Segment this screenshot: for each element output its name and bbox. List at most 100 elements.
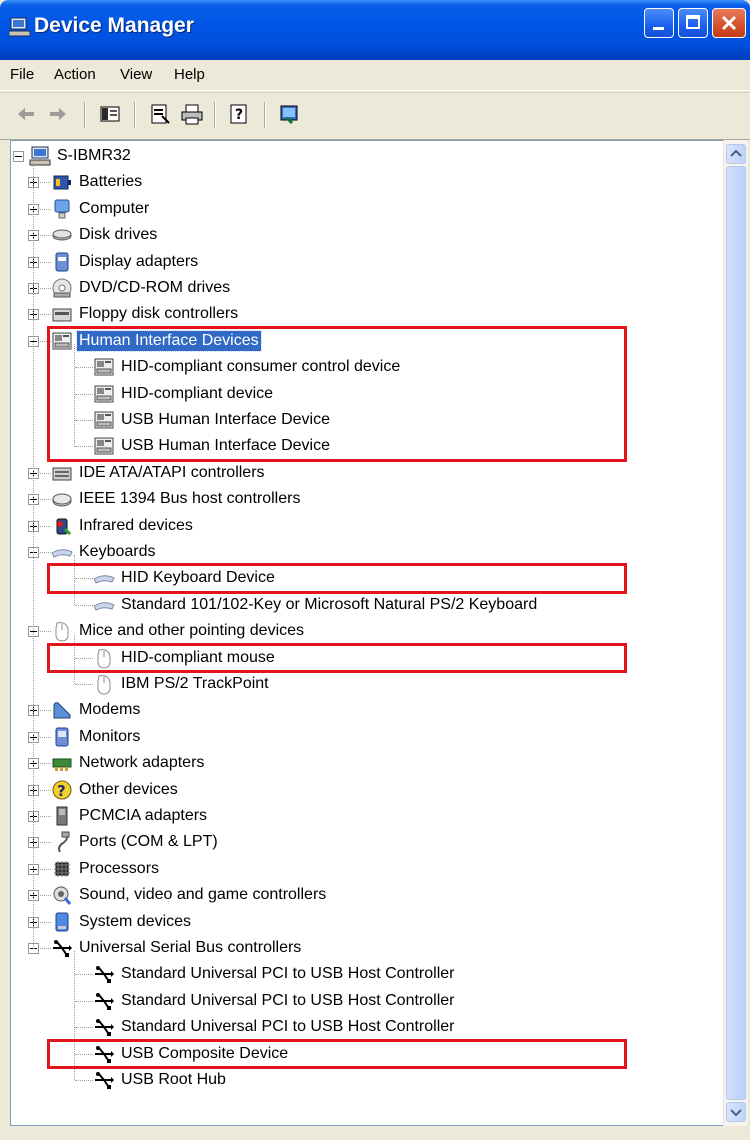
chevron-up-icon (730, 149, 742, 157)
tree-category[interactable]: Infrared devices (51, 513, 195, 539)
highlight-box-hid (47, 325, 627, 462)
tree-category[interactable]: IEEE 1394 Bus host controllers (51, 486, 302, 512)
menu-view[interactable]: View (120, 66, 152, 83)
menu-help[interactable]: Help (174, 66, 205, 83)
tree-category[interactable]: Disk drives (51, 222, 159, 248)
highlight-box-usb-composite (47, 1038, 627, 1069)
battery-icon (53, 175, 71, 190)
tree-item-label: Other devices (79, 780, 178, 798)
minimize-button[interactable] (644, 8, 674, 38)
tree-item-label: Standard Universal PCI to USB Host Contr… (121, 965, 455, 983)
tree-category[interactable]: Display adapters (51, 249, 200, 275)
back-icon[interactable] (14, 102, 38, 126)
toolbar-separator (134, 102, 136, 128)
modem-icon (53, 702, 71, 719)
tree-category[interactable]: Monitors (51, 724, 142, 750)
tree-root-computer[interactable]: S-IBMR32 (29, 143, 133, 169)
tree-item-label: IDE ATA/ATAPI controllers (79, 463, 265, 481)
network-adapter-icon (52, 758, 72, 772)
scroll-down-button[interactable] (726, 1102, 746, 1122)
tree-category[interactable]: Modems (51, 697, 142, 723)
floppy-controller-icon (52, 308, 72, 322)
tree-item-label: Infrared devices (79, 516, 193, 534)
toolbar: ? (0, 92, 750, 140)
tree-item-label: Processors (79, 859, 160, 877)
tree-horizontal-line (75, 1080, 93, 1081)
tree-item-label: Standard 101/102-Key or Microsoft Natura… (121, 595, 538, 613)
tree-item-label: Standard Universal PCI to USB Host Contr… (121, 1018, 455, 1036)
tree-horizontal-line (75, 1000, 93, 1002)
tree-category[interactable]: Ports (COM & LPT) (51, 829, 220, 855)
tree-item-label: Universal Serial Bus controllers (79, 939, 302, 956)
usb-icon (95, 992, 114, 1010)
help-icon[interactable]: ? (228, 102, 252, 126)
ide-controller-icon (52, 467, 72, 481)
tree-category[interactable]: Sound, video and game controllers (51, 882, 328, 908)
tree-category[interactable]: Processors (51, 856, 161, 882)
maximize-button[interactable] (678, 8, 708, 38)
properties-icon[interactable] (148, 102, 172, 126)
highlight-box-mouse (47, 642, 627, 673)
tree-vertical-line (33, 163, 34, 949)
scroll-up-button[interactable] (726, 144, 746, 164)
monitor-icon (55, 727, 69, 747)
vertical-scrollbar[interactable] (723, 140, 748, 1126)
tree-item-label: System devices (79, 912, 192, 930)
title-bar[interactable]: Device Manager (0, 0, 750, 60)
tree-horizontal-line (75, 1027, 93, 1029)
scan-hardware-icon[interactable] (278, 102, 302, 126)
close-button[interactable] (712, 8, 746, 38)
system-device-icon (55, 912, 69, 932)
collapse-toggle[interactable] (13, 151, 24, 162)
tree-category[interactable]: IDE ATA/ATAPI controllers (51, 460, 267, 486)
toolbar-separator (84, 102, 86, 128)
tree-device-item[interactable]: USB Root Hub (93, 1067, 228, 1093)
usb-icon (95, 1019, 114, 1037)
tree-horizontal-line (75, 684, 93, 685)
keyboard-icon (93, 602, 115, 611)
tree-item-label: IEEE 1394 Bus host controllers (79, 490, 301, 508)
tree-device-item[interactable]: IBM PS/2 TrackPoint (93, 671, 271, 697)
tree-category[interactable]: System devices (51, 909, 193, 935)
menu-action[interactable]: Action (54, 66, 96, 83)
tree-item-label: Network adapters (79, 754, 205, 772)
menu-file[interactable]: File (10, 66, 34, 83)
tree-device-item[interactable]: Standard Universal PCI to USB Host Contr… (93, 961, 456, 987)
scroll-thumb[interactable] (726, 166, 746, 1100)
unknown-device-icon: ? (52, 780, 72, 800)
tree-category[interactable]: Keyboards (51, 539, 158, 565)
tree-horizontal-line (75, 974, 93, 976)
status-bar (0, 1126, 750, 1140)
tree-category[interactable]: DVD/CD-ROM drives (51, 275, 232, 301)
tree-category[interactable]: Computer (51, 196, 151, 222)
maximize-icon (686, 15, 700, 29)
show-hide-console-tree-icon[interactable] (98, 102, 122, 126)
tree-category[interactable]: PCMCIA adapters (51, 803, 209, 829)
device-tree[interactable]: S-IBMR32 Batteries Computer Disk drives Disp… (10, 140, 725, 1126)
tree-item-label: Standard Universal PCI to USB Host Contr… (121, 991, 455, 1009)
chevron-down-icon (730, 1109, 742, 1117)
tree-item-label: USB Root Hub (121, 1071, 226, 1088)
tree-category[interactable]: Mice and other pointing devices (51, 618, 306, 644)
port-icon (58, 831, 70, 853)
tree-category[interactable]: Floppy disk controllers (51, 301, 240, 327)
device-manager-icon (9, 17, 31, 37)
tree-device-item[interactable]: Standard 101/102-Key or Microsoft Natura… (93, 592, 539, 618)
print-icon[interactable] (180, 102, 204, 126)
tree-item-label: Modems (79, 701, 141, 719)
tree-item-label: Keyboards (79, 543, 156, 560)
tree-device-item[interactable]: Standard Universal PCI to USB Host Contr… (93, 988, 456, 1014)
tree-category[interactable]: ? Other devices (51, 777, 180, 803)
tree-item-label: Sound, video and game controllers (79, 886, 327, 904)
toolbar-separator (214, 102, 216, 128)
tree-category[interactable]: Batteries (51, 169, 144, 195)
device-manager-window: Device Manager File Action View Help ? S… (0, 0, 750, 1140)
tree-category[interactable]: Network adapters (51, 750, 206, 776)
forward-icon[interactable] (46, 102, 70, 126)
svg-text:?: ? (235, 107, 243, 123)
tree-category[interactable]: Universal Serial Bus controllers (51, 935, 303, 961)
display-adapter-icon (55, 252, 69, 272)
tree-device-item[interactable]: Standard Universal PCI to USB Host Contr… (93, 1014, 456, 1040)
window-title: Device Manager (34, 14, 194, 37)
sound-icon (53, 886, 72, 906)
